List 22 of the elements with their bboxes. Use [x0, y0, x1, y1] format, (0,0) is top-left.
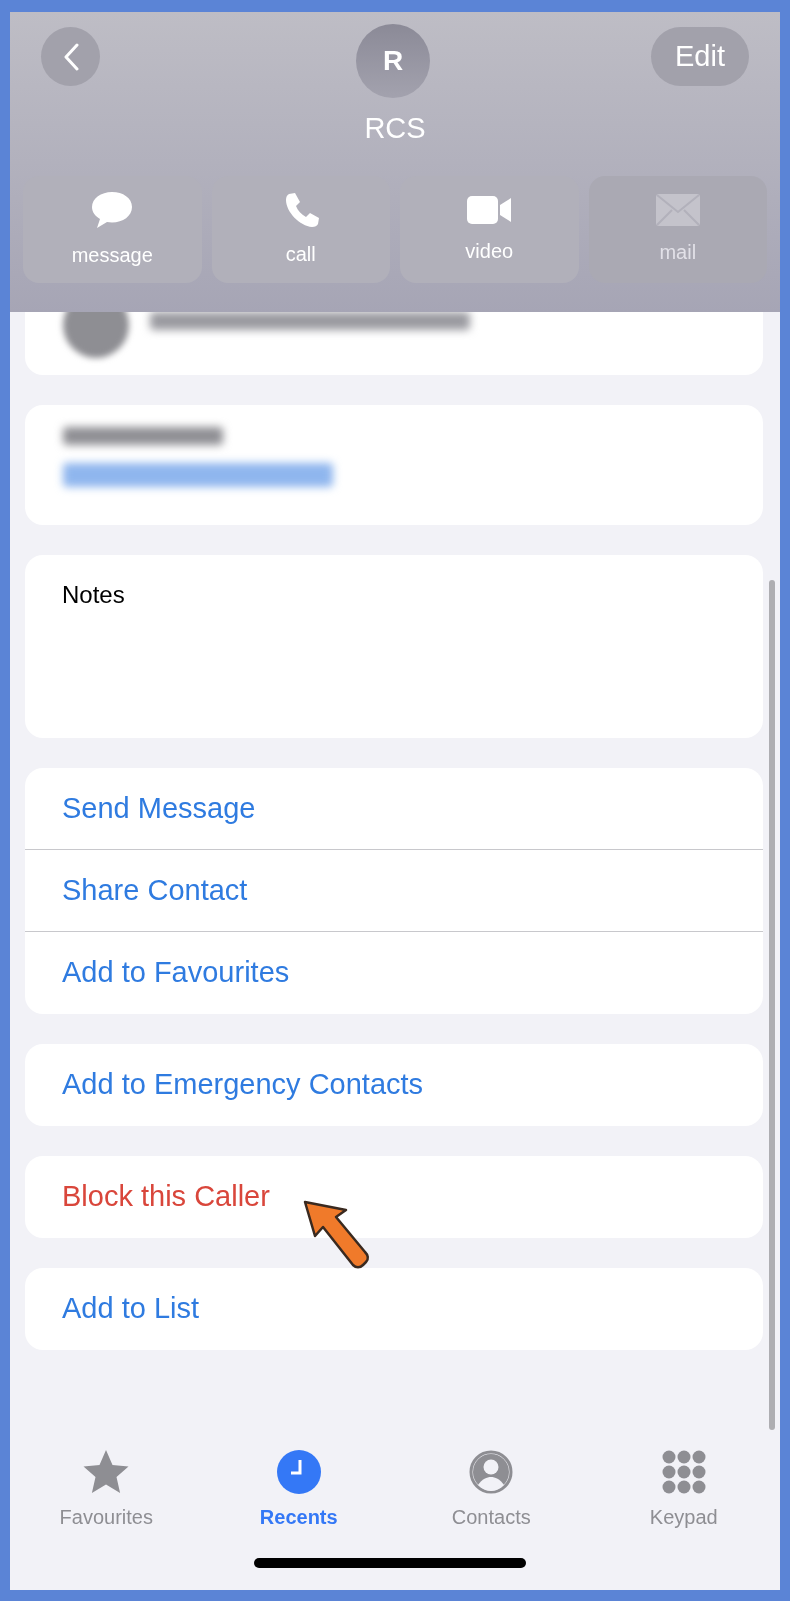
action-link[interactable]: Add to Emergency Contacts — [62, 1063, 424, 1107]
chevron-left-icon — [62, 42, 79, 71]
keypad-icon — [661, 1450, 706, 1494]
tab-item[interactable]: Contacts — [395, 1448, 588, 1532]
action-link[interactable]: Send Message — [62, 786, 256, 831]
action-link[interactable]: Add to List — [62, 1287, 200, 1331]
action-link[interactable]: Share Contact — [62, 868, 248, 913]
edit-button[interactable]: Edit — [651, 27, 749, 86]
clock-icon — [276, 1450, 321, 1494]
person-icon — [469, 1450, 514, 1494]
tab-item[interactable]: Favourites — [10, 1448, 203, 1532]
video-camera-icon — [466, 193, 513, 226]
block-caller-link[interactable]: Block this Caller — [62, 1175, 270, 1219]
contact-name: RCS — [363, 111, 427, 146]
speech-bubble-icon — [90, 189, 135, 230]
star-icon — [82, 1449, 131, 1495]
tab-item[interactable]: Recents — [202, 1448, 395, 1532]
avatar: R — [356, 24, 430, 98]
envelope-icon — [654, 192, 701, 227]
action-link[interactable]: Add to Favourites — [62, 951, 290, 995]
tab-item[interactable]: Keypad — [587, 1448, 780, 1532]
notes-label: Notes — [62, 581, 125, 608]
